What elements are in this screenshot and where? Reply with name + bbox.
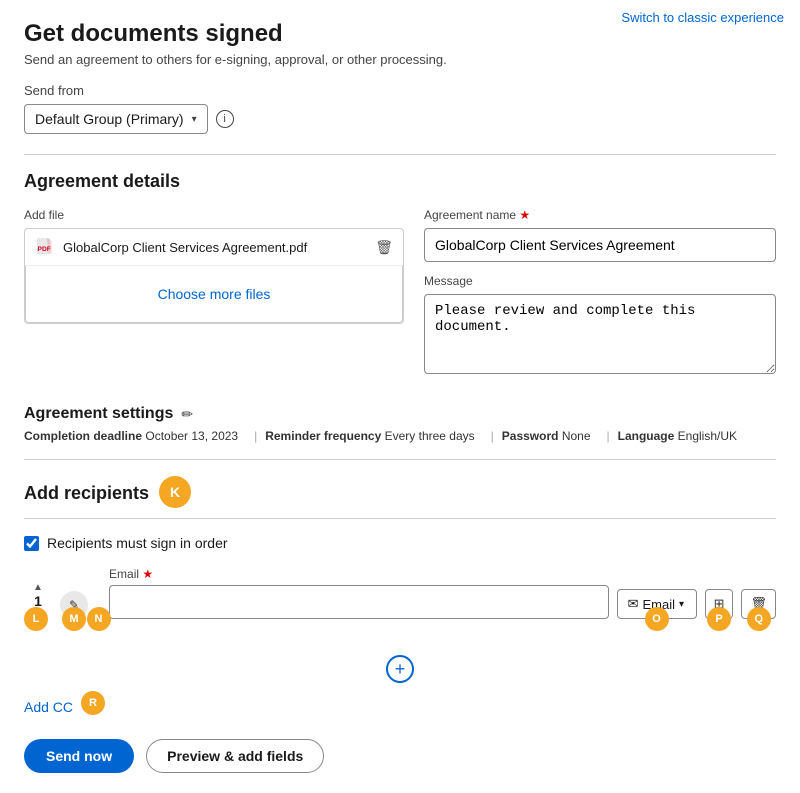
annotation-q: Q [747,607,771,631]
file-name: GlobalCorp Client Services Agreement.pdf [63,240,367,255]
sign-in-order-row: Recipients must sign in order [24,535,776,551]
send-from-label: Send from [24,83,776,98]
agreement-settings-row: Agreement settings ✏ [24,405,776,423]
settings-sep-1: | [254,429,257,443]
send-from-value: Default Group (Primary) [35,111,184,127]
add-cc-link[interactable]: Add CC [24,699,73,715]
sign-in-order-label: Recipients must sign in order [47,535,228,551]
password-val: None [562,429,591,443]
up-arrow-icon[interactable]: ▲ [33,583,43,593]
annotation-l: L [24,607,48,631]
page-subtitle: Send an agreement to others for e-signin… [24,52,776,67]
send-now-button[interactable]: Send now [24,739,134,773]
switch-to-classic-link[interactable]: Switch to classic experience [621,10,784,25]
password-key: Password [502,429,559,443]
message-input[interactable]: Please review and complete this document… [424,294,776,374]
send-from-select[interactable]: Default Group (Primary) ▾ [24,104,208,134]
settings-sep-3: | [607,429,610,443]
email-type-chevron: ▾ [679,599,684,610]
agreement-name-label: Agreement name ★ [424,208,776,222]
annotation-m: M [62,607,86,631]
agreement-settings-title: Agreement settings [24,405,173,423]
preview-add-fields-button[interactable]: Preview & add fields [146,739,324,773]
email-input[interactable] [109,585,609,619]
pdf-icon: PDF [35,237,55,257]
agreement-name-input[interactable] [424,228,776,262]
add-recipients-title: Add recipients [24,483,149,504]
completion-deadline-val: October 13, 2023 [145,429,238,443]
info-icon[interactable]: i [216,110,234,128]
add-recipient-button[interactable]: + [386,655,414,683]
settings-sep-2: | [491,429,494,443]
completion-deadline-key: Completion deadline [24,429,142,443]
section-divider-2 [24,459,776,460]
annotation-k: K [159,476,191,508]
edit-settings-icon[interactable]: ✏ [181,406,193,423]
section-divider-1 [24,154,776,155]
annotation-o: O [645,607,669,631]
reminder-frequency-key: Reminder frequency [265,429,381,443]
chevron-down-icon: ▾ [192,114,197,125]
delete-file-icon[interactable]: 🗑 [375,239,393,256]
agreement-details-title: Agreement details [24,171,776,192]
email-label: Email ★ [109,567,609,581]
email-envelope-icon: ✉ [628,596,639,612]
section-divider-3 [24,518,776,519]
settings-details: Completion deadline October 13, 2023 | R… [24,429,776,443]
required-star: ★ [519,208,530,222]
annotation-p: P [707,607,731,631]
add-recipients-section: Add recipients K Recipients must sign in… [24,476,776,723]
choose-more-files-link[interactable]: Choose more files [158,286,271,302]
choose-more-files-area: Choose more files [25,266,403,323]
add-file-label: Add file [24,208,404,222]
file-item: PDF GlobalCorp Client Services Agreement… [25,229,403,266]
annotation-n: N [87,607,111,631]
bottom-actions: Send now Preview & add fields [24,739,776,773]
file-area: PDF GlobalCorp Client Services Agreement… [24,228,404,324]
annotation-r: R [81,691,105,715]
sign-in-order-checkbox[interactable] [24,536,39,551]
message-label: Message [424,274,776,288]
language-val: English/UK [678,429,737,443]
add-cc-row: Add CC R [24,691,776,723]
reminder-frequency-val: Every three days [385,429,475,443]
language-key: Language [618,429,675,443]
